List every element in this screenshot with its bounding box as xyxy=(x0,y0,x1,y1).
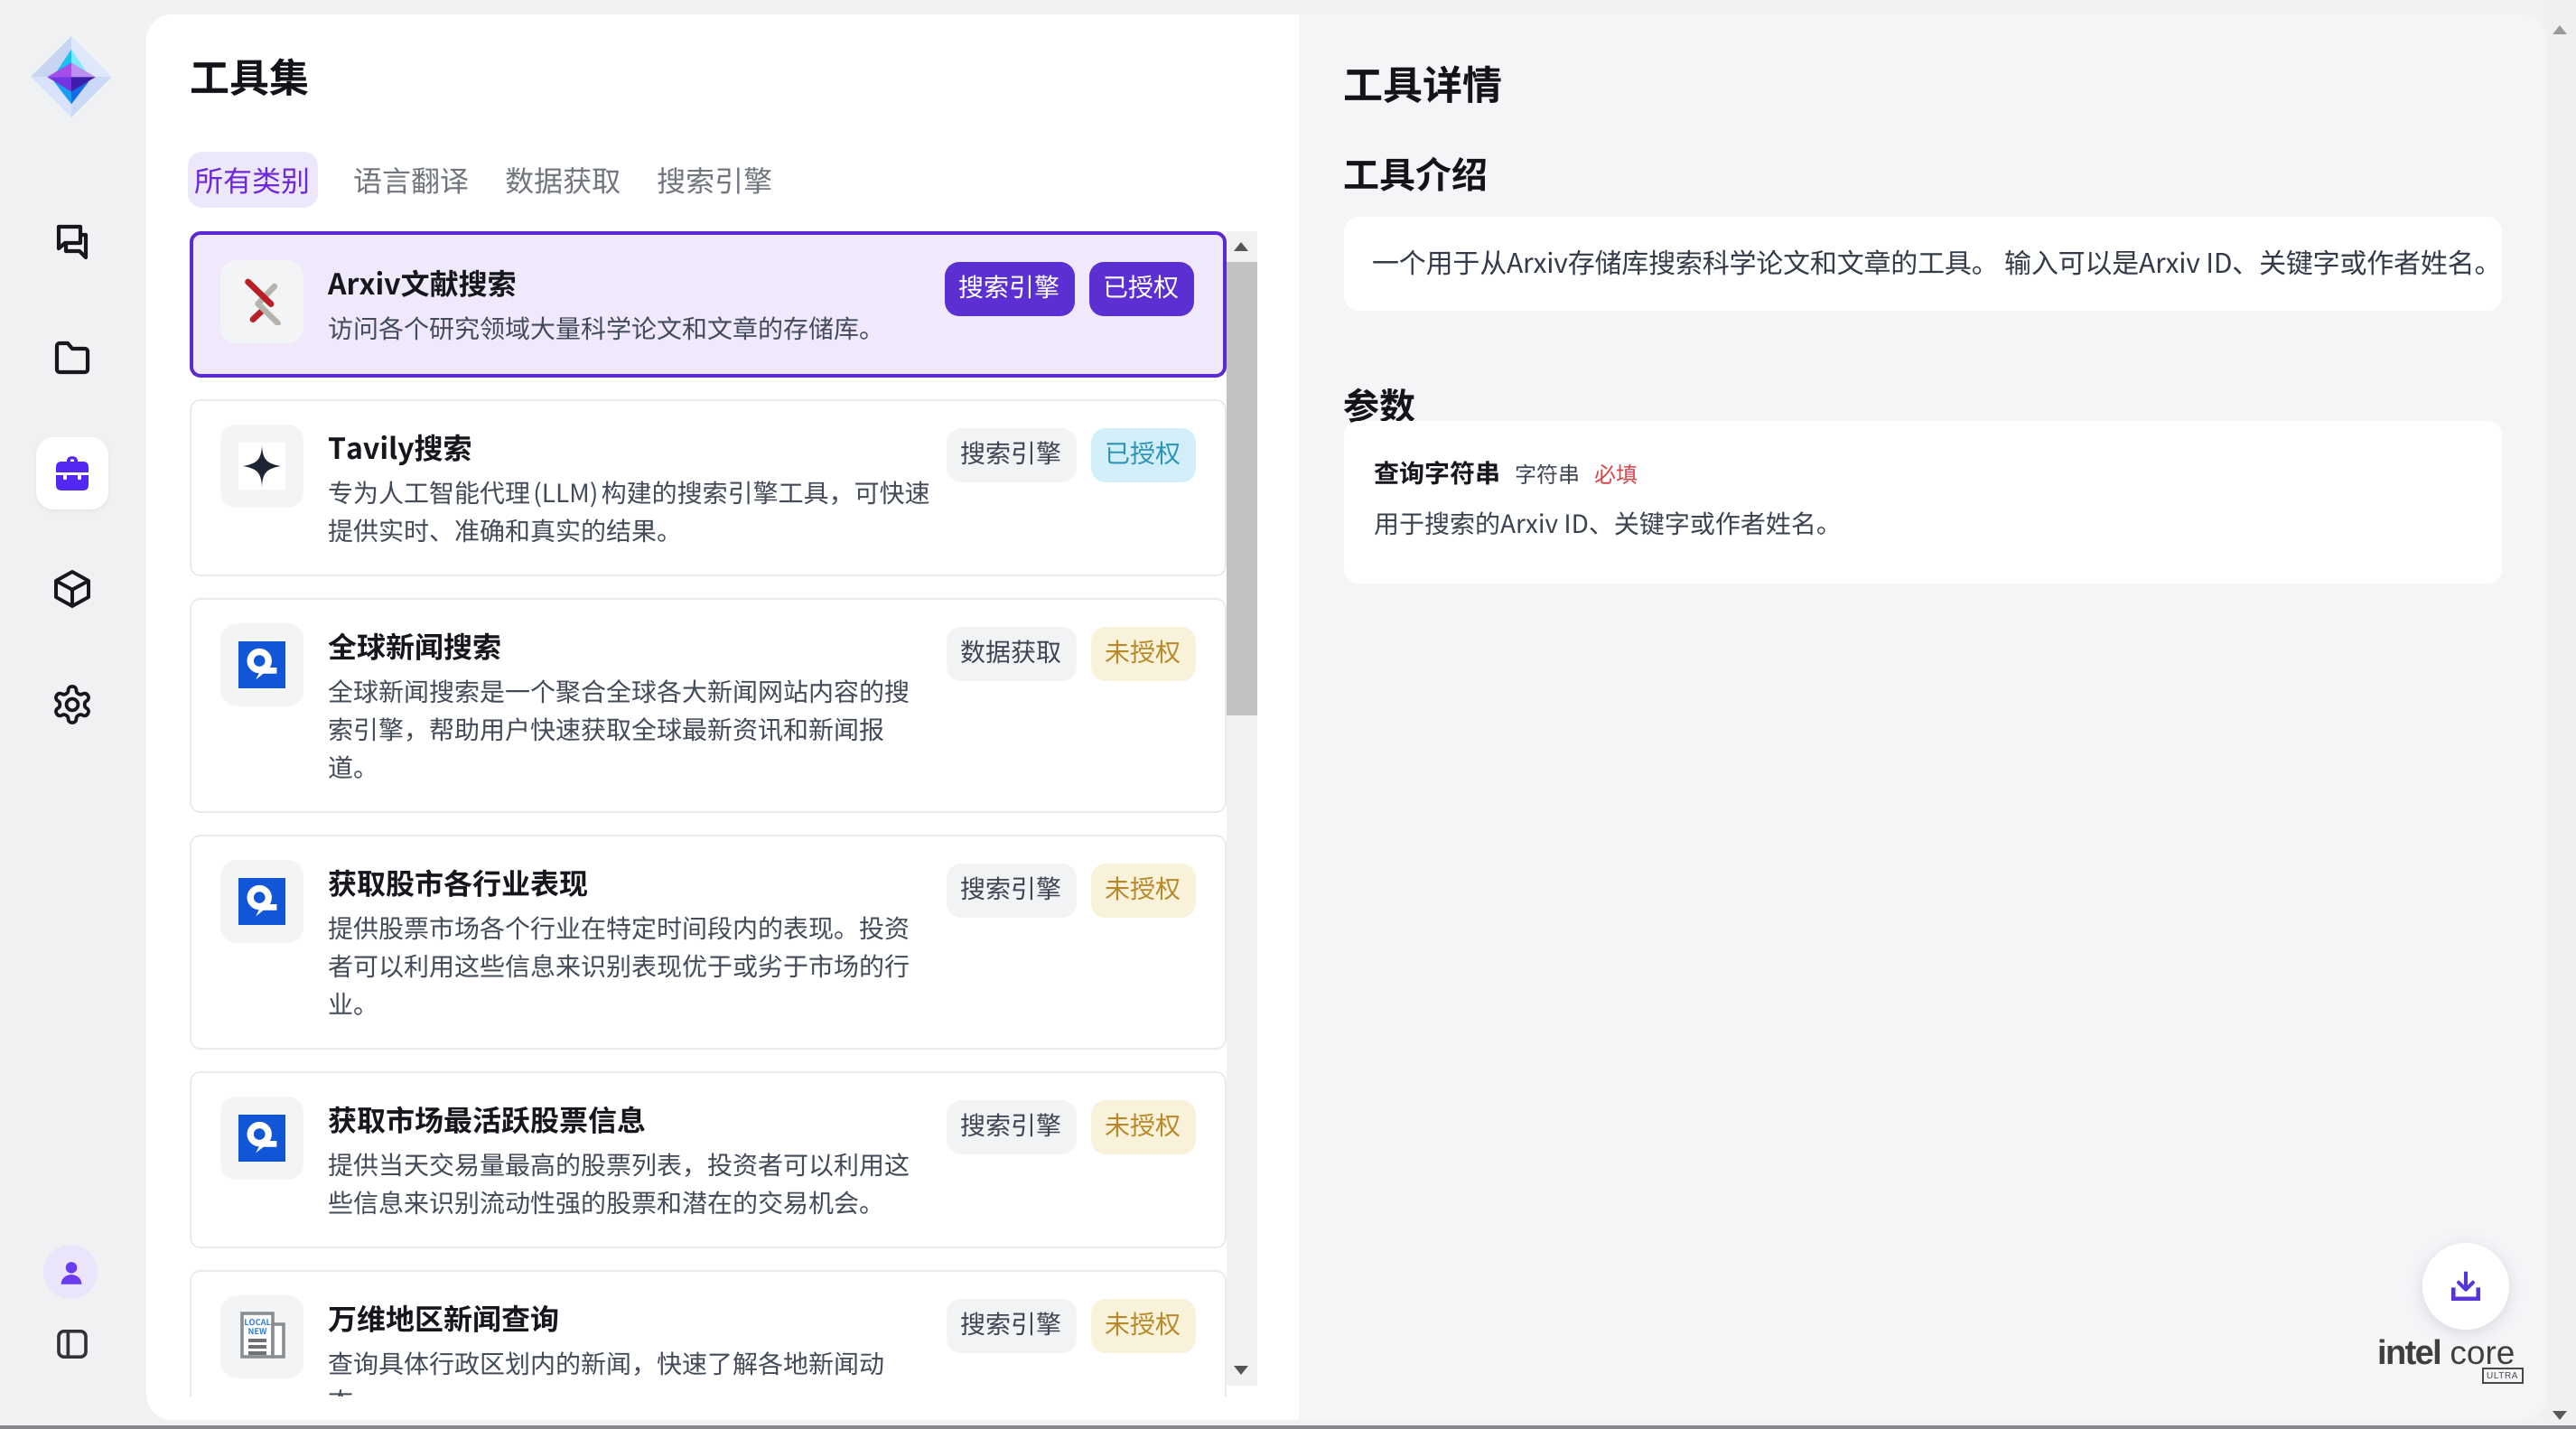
svg-text:NEW: NEW xyxy=(247,1324,267,1337)
